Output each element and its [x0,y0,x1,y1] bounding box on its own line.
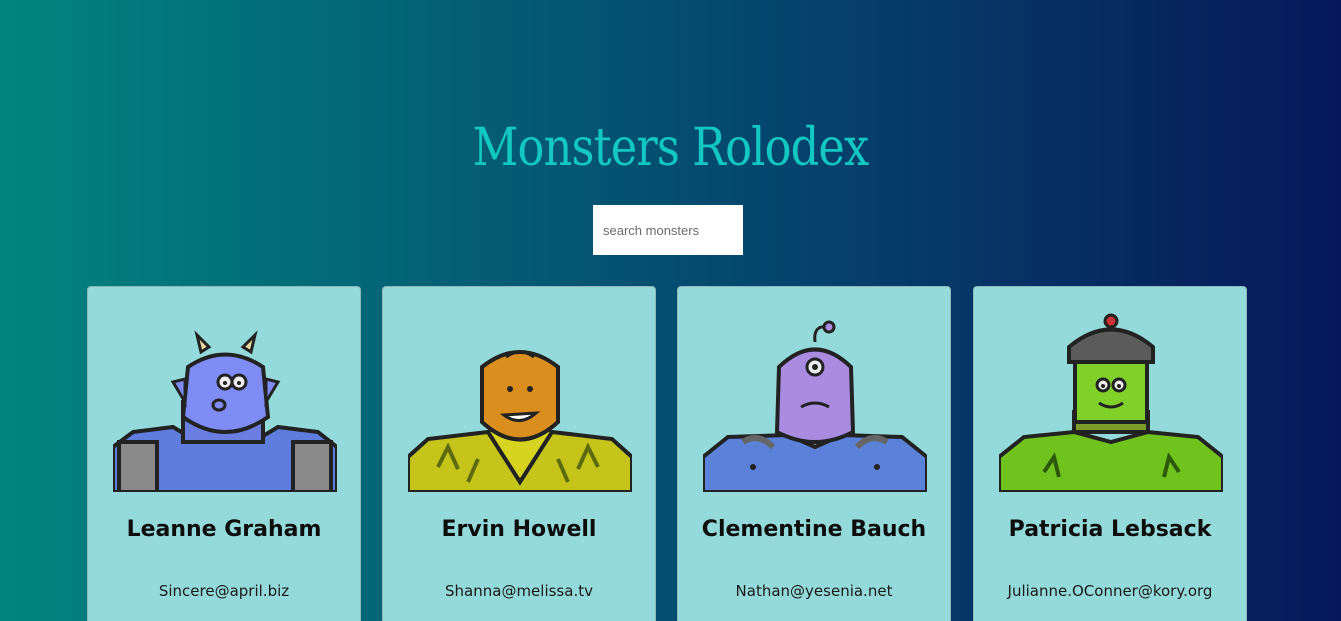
monster-email: Nathan@yesenia.net [735,582,893,600]
monster-card[interactable]: Patricia Lebsack Julianne.OConner@kory.o… [973,286,1247,621]
page-title: Monsters Rolodex [472,117,870,178]
monster-email: Sincere@april.biz [158,582,290,600]
monster-card[interactable]: Ervin Howell Shanna@melissa.tv [382,286,656,621]
search-input[interactable] [593,205,743,255]
monster-name: Patricia Lebsack [1008,517,1212,542]
monster-card[interactable]: Leanne Graham Sincere@april.biz [87,286,361,621]
monster-name: Ervin Howell [441,517,597,542]
monster-card[interactable]: Clementine Bauch Nathan@yesenia.net [677,286,951,621]
monster-name: Leanne Graham [126,517,322,542]
monster-name: Clementine Bauch [701,517,927,542]
monster-avatar-image [999,313,1223,492]
monster-email: Shanna@melissa.tv [445,582,593,600]
monster-avatar-image [408,350,632,492]
monster-avatar-image [703,320,927,492]
monster-email: Julianne.OConner@kory.org [1007,582,1213,600]
monster-avatar-image [113,330,337,492]
